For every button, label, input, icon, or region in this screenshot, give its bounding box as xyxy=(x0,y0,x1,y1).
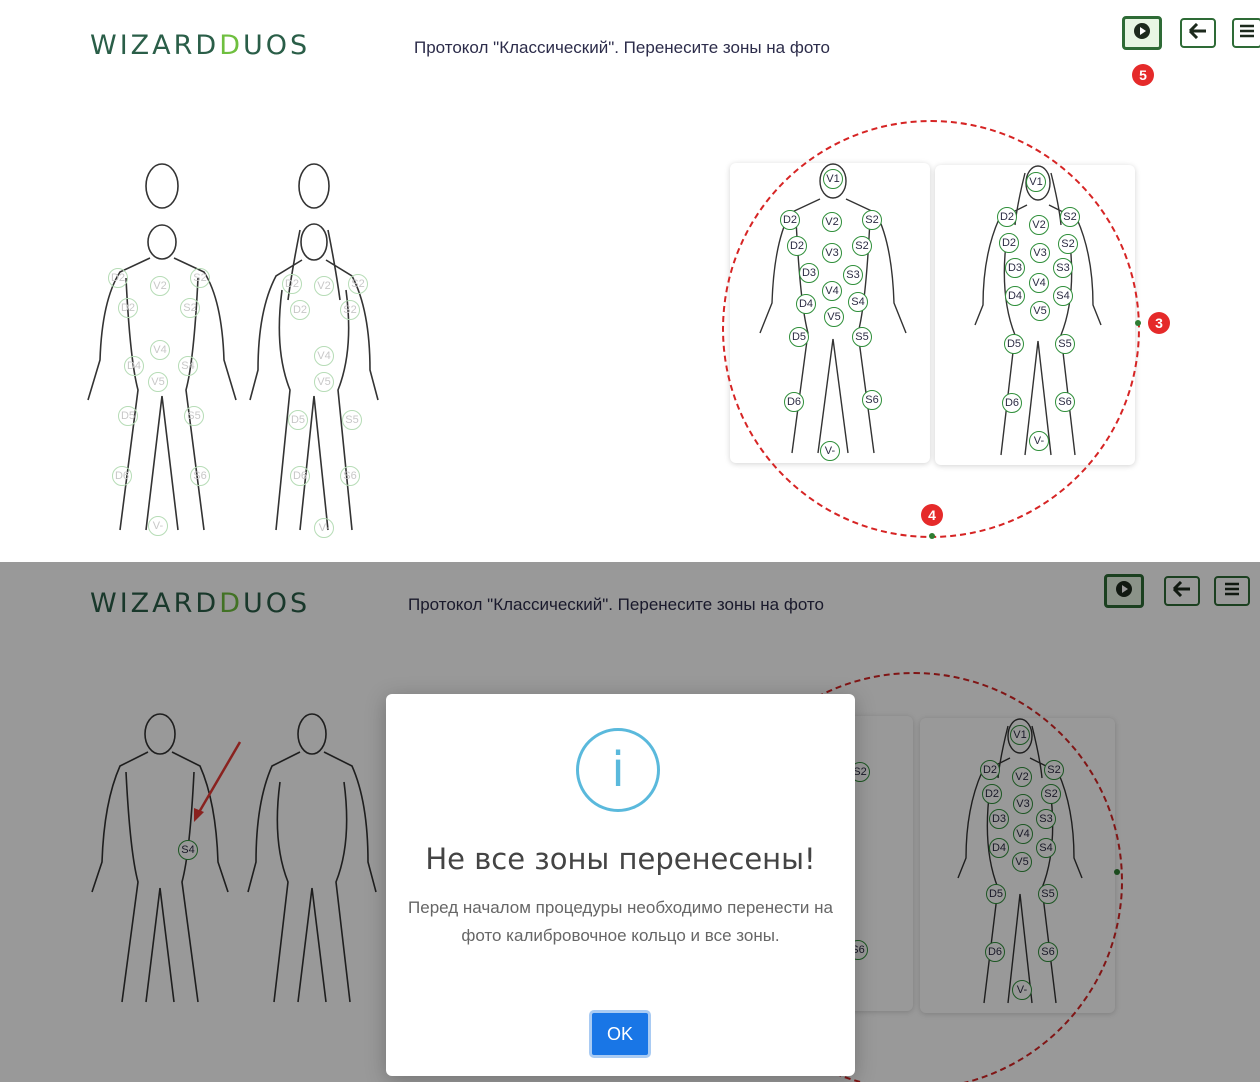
zone-faint: S2 xyxy=(180,298,200,318)
dialog-message: Перед началом процедуры необходимо перен… xyxy=(408,898,833,945)
zone-faint: D6 xyxy=(112,466,132,486)
menu-icon xyxy=(1239,24,1255,43)
ring-handle-right[interactable] xyxy=(1135,320,1141,326)
screen-top: WIZARDDUOS Протокол "Классический". Пере… xyxy=(0,0,1260,560)
zone-faint: S2 xyxy=(340,300,360,320)
arrow-left-icon xyxy=(1188,22,1208,44)
zone-faint: V4 xyxy=(314,346,334,366)
zone-faint: D6 xyxy=(290,466,310,486)
logo: WIZARDDUOS xyxy=(90,30,311,61)
annotation-badge-3: 3 xyxy=(1148,312,1170,334)
zone-faint: D5 xyxy=(118,406,138,426)
zone-faint: S2 xyxy=(348,274,368,294)
back-button[interactable] xyxy=(1180,18,1216,48)
zone-faint: S5 xyxy=(184,406,204,426)
zone-faint: V4 xyxy=(150,340,170,360)
zone-faint: S2 xyxy=(190,268,210,288)
screen-bottom: WIZARDDUOS Протокол "Классический". Пере… xyxy=(0,562,1260,1082)
zone-faint: S4 xyxy=(178,356,198,376)
zone-faint: S6 xyxy=(340,466,360,486)
dialog-title: Не все зоны перенесены! xyxy=(425,842,816,876)
alert-dialog: i Не все зоны перенесены! Перед началом … xyxy=(386,694,855,1076)
annotation-badge-4: 4 xyxy=(921,504,943,526)
zone-faint: S6 xyxy=(190,466,210,486)
zone-faint: S5 xyxy=(342,410,362,430)
zone-faint: V5 xyxy=(314,372,334,392)
zone-faint: D4 xyxy=(124,356,144,376)
zone-faint: D2 xyxy=(290,300,310,320)
menu-button[interactable] xyxy=(1232,18,1260,48)
ring-handle-bottom[interactable] xyxy=(929,533,935,539)
zone-faint: D2 xyxy=(108,268,128,288)
info-icon: i xyxy=(576,728,660,812)
zone-faint: V5 xyxy=(148,372,168,392)
zone-faint: V- xyxy=(148,516,168,536)
zone-faint: D5 xyxy=(288,410,308,430)
annotation-badge-5: 5 xyxy=(1132,64,1154,86)
template-figures xyxy=(87,163,379,531)
zone-faint: D2 xyxy=(282,274,302,294)
calibration-ring[interactable] xyxy=(722,120,1140,538)
zone-faint: V- xyxy=(314,518,334,538)
zone-faint: V2 xyxy=(150,276,170,296)
start-procedure-button[interactable] xyxy=(1122,16,1162,50)
zone-faint: D2 xyxy=(118,298,138,318)
zone-faint: V2 xyxy=(314,276,334,296)
page-title: Протокол "Классический". Перенесите зоны… xyxy=(414,38,830,57)
ok-button[interactable]: OK xyxy=(589,1010,651,1058)
play-icon xyxy=(1133,22,1151,45)
